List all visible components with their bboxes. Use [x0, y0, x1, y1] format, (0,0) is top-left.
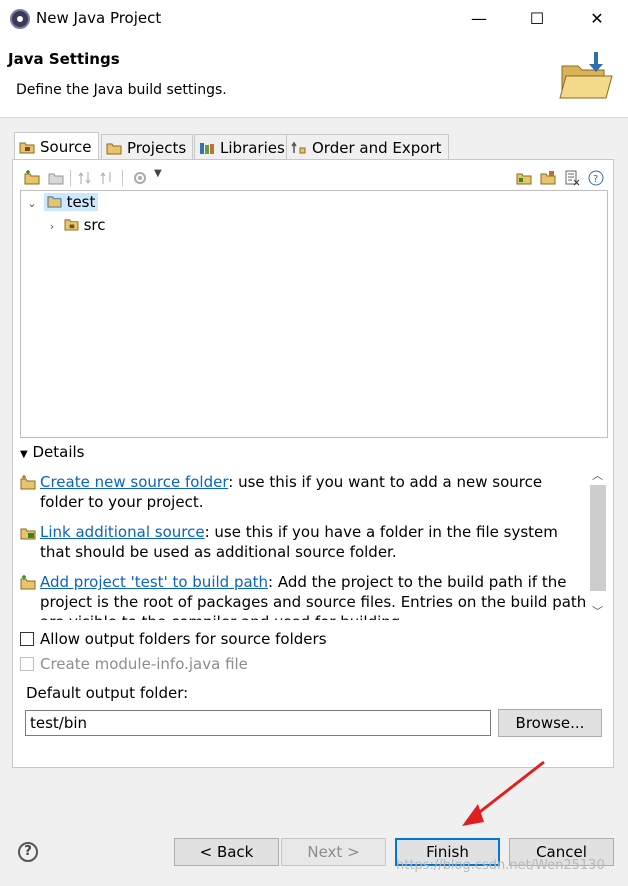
tab-order-and-export[interactable]: Order and Export: [286, 134, 449, 160]
configure-icon[interactable]: [132, 170, 148, 186]
toolbar-separator: [70, 170, 71, 186]
tab-libraries[interactable]: Libraries: [194, 134, 292, 160]
page-title: Java Settings: [8, 50, 120, 68]
output-folder-input[interactable]: [25, 710, 491, 736]
link-source-icon: [20, 528, 36, 540]
tree-item-test[interactable]: ⌄ test: [25, 193, 99, 215]
scroll-up-icon[interactable]: ︿: [592, 467, 603, 483]
chevron-down-icon: ▼: [20, 449, 28, 460]
minimize-button[interactable]: —: [464, 6, 494, 32]
toolbar-separator: [122, 170, 123, 186]
svg-text:?: ?: [593, 174, 598, 185]
details-panel: Create new source folder: use this if yo…: [20, 464, 608, 620]
title-bar: New Java Project — ☐ ✕: [0, 0, 628, 38]
eclipse-app-icon: [10, 9, 30, 29]
remove-from-build-path-icon[interactable]: [100, 170, 116, 186]
libraries-icon: [200, 143, 214, 154]
details-toggle[interactable]: ▼ Details: [20, 443, 85, 461]
details-item: Add project 'test' to build path: Add th…: [20, 572, 588, 620]
output-folder-label: Default output folder:: [26, 684, 189, 702]
help-icon[interactable]: ?: [588, 170, 604, 186]
chevron-right-icon[interactable]: ›: [45, 220, 59, 233]
tab-source[interactable]: Source: [14, 132, 99, 161]
expand-all-icon[interactable]: [516, 170, 532, 186]
source-toolbar: ▼ ?: [8, 168, 608, 190]
wizard-header: Java Settings Define the Java build sett…: [0, 38, 628, 118]
window-title: New Java Project: [36, 9, 162, 27]
new-source-folder-icon: [20, 475, 36, 490]
red-annotation-arrow: [462, 760, 545, 826]
next-button: Next >: [281, 838, 386, 866]
source-folder-icon: [19, 142, 35, 154]
projects-icon: [106, 143, 122, 155]
tree-item-selected[interactable]: test: [43, 193, 99, 211]
scroll-down-icon[interactable]: ﹀: [592, 603, 603, 619]
order-export-icon: [291, 141, 306, 154]
details-item: Link additional source: use this if you …: [20, 522, 588, 562]
help-button[interactable]: ?: [18, 842, 38, 862]
chevron-down-icon[interactable]: ⌄: [25, 197, 39, 210]
link-additional-source-link[interactable]: Link additional source: [40, 523, 205, 541]
source-folder-tree[interactable]: ⌄ test › src: [20, 190, 608, 438]
add-project-to-build-path-link[interactable]: Add project 'test' to build path: [40, 573, 268, 591]
checkbox-box: [20, 657, 34, 671]
back-button[interactable]: < Back: [174, 838, 279, 866]
details-item: Create new source folder: use this if yo…: [20, 472, 588, 512]
add-to-build-path-icon[interactable]: [78, 170, 94, 186]
add-to-build-path-icon: [20, 575, 36, 590]
filter-icon[interactable]: [564, 170, 580, 186]
create-module-info-checkbox: Create module-info.java file: [20, 655, 248, 673]
page-description: Define the Java build settings.: [16, 82, 227, 98]
close-button[interactable]: ✕: [582, 6, 612, 32]
details-scrollbar[interactable]: ︿ ﹀: [589, 465, 606, 621]
open-folder-banner-icon: [558, 50, 614, 102]
project-folder-icon: [47, 196, 62, 208]
chevron-down-icon[interactable]: ▼: [154, 168, 162, 179]
maximize-button[interactable]: ☐: [522, 6, 552, 32]
browse-button[interactable]: Browse...: [498, 709, 602, 737]
checkbox-box[interactable]: [20, 632, 34, 646]
scrollbar-thumb[interactable]: [590, 485, 606, 591]
create-source-folder-link[interactable]: Create new source folder: [40, 473, 228, 491]
source-folder-icon: [64, 219, 79, 231]
allow-output-folders-checkbox[interactable]: Allow output folders for source folders: [20, 630, 327, 648]
link-source-icon[interactable]: [48, 170, 64, 186]
tab-projects[interactable]: Projects: [101, 134, 194, 160]
collapse-all-icon[interactable]: [540, 170, 556, 186]
watermark-text: https://blog.csdn.net/Wen25130: [396, 858, 605, 873]
new-source-folder-icon[interactable]: [24, 170, 40, 186]
tree-item-src[interactable]: › src: [45, 216, 106, 238]
